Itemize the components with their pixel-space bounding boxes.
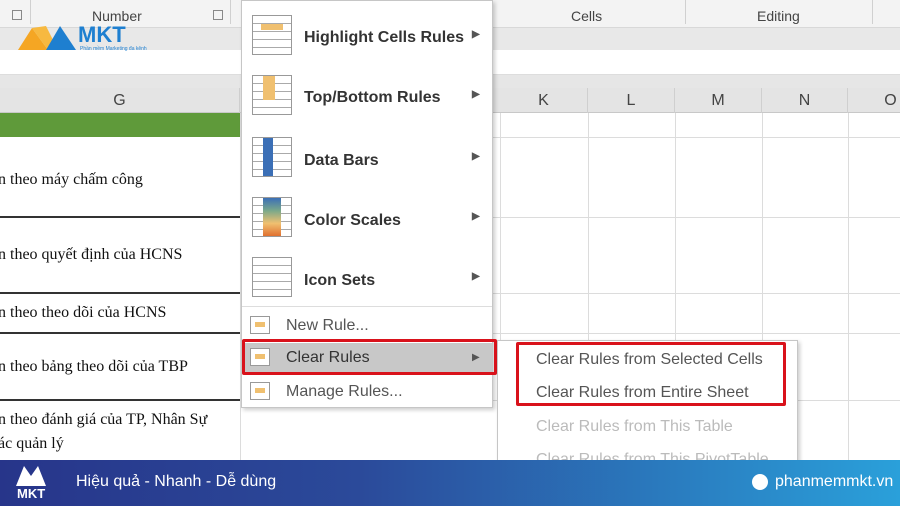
chevron-right-icon: ▶	[472, 151, 480, 162]
green-header-cell[interactable]	[0, 113, 240, 137]
highlight-cells-icon	[252, 15, 292, 55]
column-header-m[interactable]: M	[675, 88, 762, 113]
menu-item-icon-sets[interactable]: Icon Sets ▶	[242, 257, 492, 305]
cell[interactable]: n theo đánh giá của TP, Nhân Sự	[0, 411, 207, 429]
menu-item-color-scales[interactable]: Color Scales ▶	[242, 197, 492, 245]
globe-icon	[752, 474, 768, 490]
chevron-right-icon: ▶	[472, 29, 480, 40]
cell[interactable]: n theo theo dõi của HCNS	[0, 304, 166, 322]
footer-banner: MKT Hiệu quả - Nhanh - Dễ dùng phanmemmk…	[0, 460, 900, 506]
column-header-n[interactable]: N	[762, 88, 848, 113]
cell[interactable]: ác quản lý	[0, 435, 64, 453]
menu-item-highlight-cells-rules[interactable]: Highlight Cells Rules ▶	[242, 15, 492, 63]
chevron-right-icon: ▶	[472, 211, 480, 222]
column-header-k[interactable]: K	[500, 88, 588, 113]
ribbon-group-editing: Editing	[757, 8, 800, 24]
icon-sets-icon	[252, 257, 292, 297]
highlight-box	[516, 342, 786, 406]
mkt-footer-logo-icon	[16, 466, 46, 486]
manage-rules-icon	[250, 382, 270, 400]
footer-slogan: Hiệu quả - Nhanh - Dễ dùng	[76, 473, 277, 490]
highlight-box	[242, 339, 497, 375]
new-rule-icon	[250, 316, 270, 334]
column-header-l[interactable]: L	[588, 88, 675, 113]
menu-item-manage-rules[interactable]: Manage Rules...	[242, 379, 492, 405]
footer-website[interactable]: phanmemmkt.vn	[775, 473, 893, 491]
menu-separator	[242, 306, 492, 307]
chevron-right-icon: ▶	[472, 89, 480, 100]
footer-logo-text: MKT	[17, 486, 46, 501]
cell[interactable]: n theo máy chấm công	[0, 171, 143, 189]
number-launcher-icon[interactable]	[213, 10, 223, 20]
ribbon-group-cells: Cells	[571, 8, 603, 24]
dialog-launcher-icon[interactable]	[12, 10, 22, 20]
column-header-o[interactable]: O	[848, 88, 900, 113]
chevron-right-icon: ▶	[472, 271, 480, 282]
column-header-g[interactable]: G	[0, 88, 240, 113]
mkt-logo: MKT Phần mềm Marketing đa kênh	[18, 22, 148, 52]
top-bottom-icon	[252, 75, 292, 115]
menu-item-top-bottom-rules[interactable]: Top/Bottom Rules ▶	[242, 75, 492, 123]
logo-tagline: Phần mềm Marketing đa kênh	[80, 46, 147, 52]
cell[interactable]: n theo quyết định của HCNS	[0, 246, 182, 264]
submenu-item-clear-this-table: Clear Rules from This Table	[536, 418, 733, 435]
cell[interactable]: n theo bảng theo dõi của TBP	[0, 358, 188, 376]
menu-item-data-bars[interactable]: Data Bars ▶	[242, 137, 492, 185]
menu-item-new-rule[interactable]: New Rule...	[242, 313, 492, 339]
mkt-logo-icon	[18, 26, 76, 50]
data-bars-icon	[252, 137, 292, 177]
color-scales-icon	[252, 197, 292, 237]
logo-text: MKT	[78, 22, 126, 47]
